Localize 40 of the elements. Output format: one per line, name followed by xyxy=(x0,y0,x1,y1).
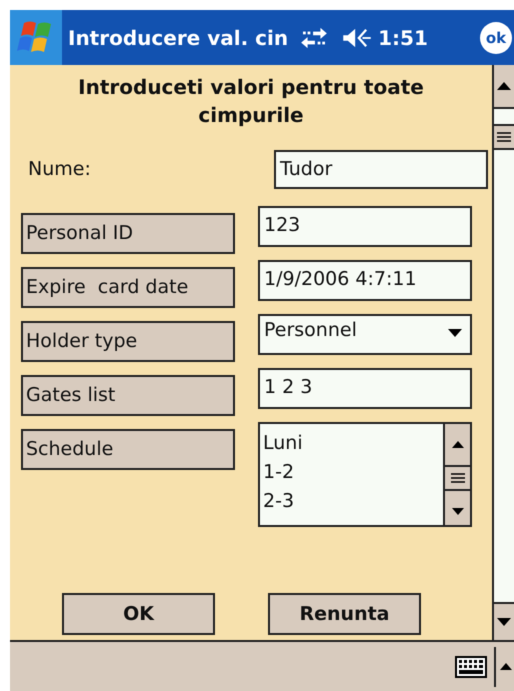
ok-button[interactable]: OK xyxy=(62,593,215,635)
input-field[interactable]: 123 xyxy=(258,206,472,247)
up-arrow-icon[interactable] xyxy=(452,441,464,448)
field-label-box: Expire card date xyxy=(21,267,235,308)
speaker-icon[interactable] xyxy=(342,26,372,48)
up-arrow-icon[interactable] xyxy=(500,663,512,670)
dropdown-field[interactable]: Personnel xyxy=(258,314,472,355)
input-field[interactable]: 1/9/2006 4:7:11 xyxy=(258,260,472,301)
start-button[interactable] xyxy=(10,10,62,65)
grip-icon xyxy=(497,132,511,142)
input-field[interactable]: 1 2 3 xyxy=(258,368,472,409)
grip-icon xyxy=(450,473,464,483)
window-title: Introducere val. cin xyxy=(68,26,288,50)
scroll-down-button[interactable] xyxy=(494,602,514,640)
scroll-bar[interactable] xyxy=(492,65,514,640)
field-label-box: Personal ID xyxy=(21,213,235,254)
dropdown-value: Personnel xyxy=(264,319,357,343)
list-item[interactable]: Luni xyxy=(263,429,443,458)
ok-button[interactable]: ok xyxy=(480,22,512,54)
cancel-button[interactable]: Renunta xyxy=(268,593,421,635)
field-label-box: Holder type xyxy=(21,321,235,362)
connectivity-icon[interactable] xyxy=(300,26,328,48)
scroll-bar[interactable] xyxy=(443,424,470,525)
field-label-box: Schedule xyxy=(21,429,235,470)
list-item[interactable]: 2-3 xyxy=(263,487,443,516)
input-field[interactable]: Tudor xyxy=(274,150,488,189)
field-label-box: Gates list xyxy=(21,375,235,416)
keyboard-icon[interactable] xyxy=(455,656,487,678)
scroll-up-button[interactable] xyxy=(494,65,514,109)
caret-icon xyxy=(448,329,462,337)
up-arrow-icon xyxy=(497,82,511,90)
scroll-thumb[interactable] xyxy=(494,124,514,150)
list-box[interactable]: Luni 1-2 2-3 xyxy=(258,422,472,527)
down-arrow-icon xyxy=(497,618,511,626)
down-arrow-icon[interactable] xyxy=(452,508,464,515)
field-label: Nume: xyxy=(28,158,92,180)
form-heading: Introduceti valori pentru toate cimpurile xyxy=(77,74,425,129)
scroll-thumb[interactable] xyxy=(445,465,470,491)
clock-time: 1:51 xyxy=(378,26,428,50)
list-item[interactable]: 1-2 xyxy=(263,458,443,487)
